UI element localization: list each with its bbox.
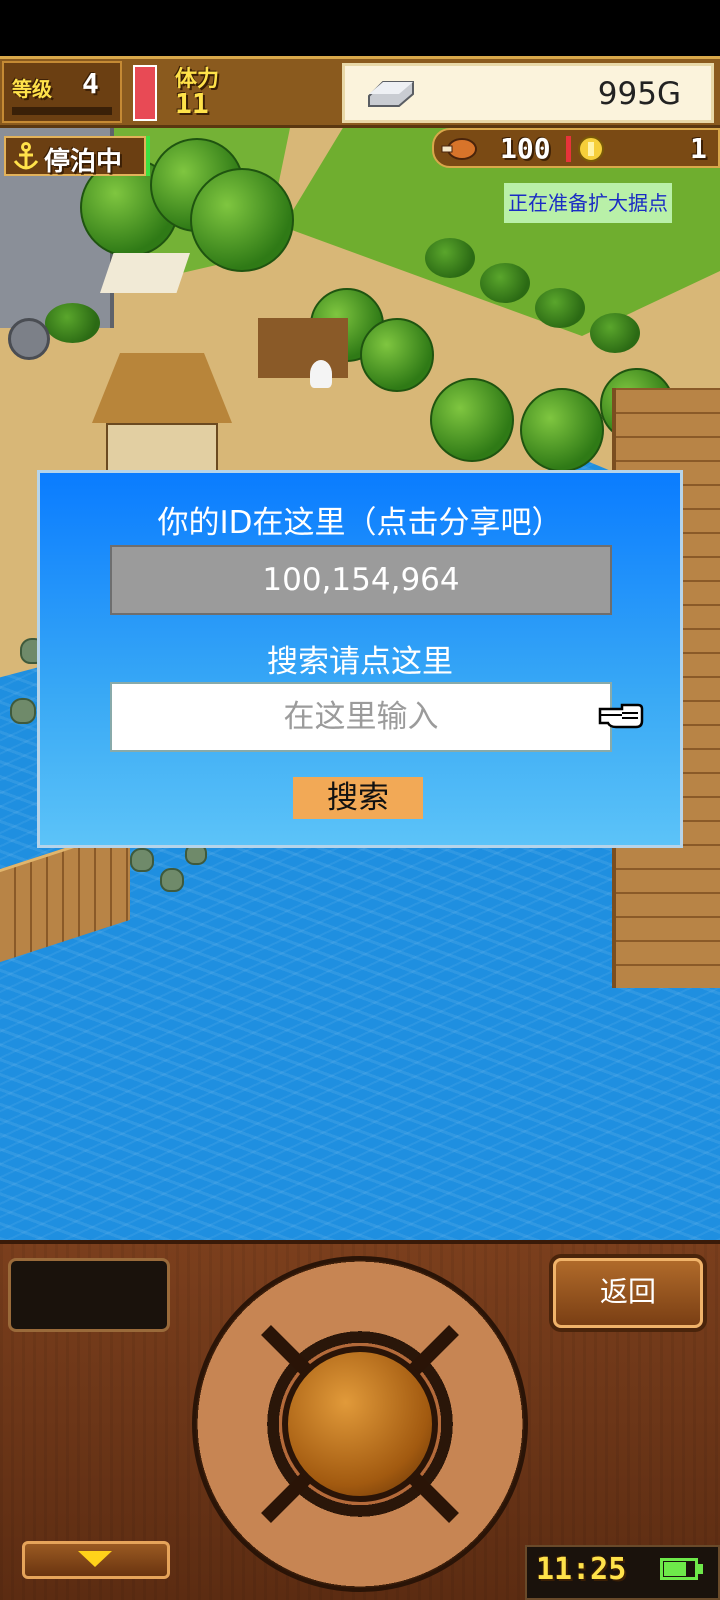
coin-value: 1 xyxy=(690,132,707,165)
down-arrow-icon xyxy=(78,1551,112,1567)
player-id-button[interactable]: 100,154,964 xyxy=(110,545,612,615)
battery-level xyxy=(664,1562,686,1576)
stamina-gauge xyxy=(133,65,157,121)
crop-bush xyxy=(425,238,475,278)
meat-icon xyxy=(441,138,477,160)
fruit-tree xyxy=(430,378,514,462)
rock xyxy=(10,698,36,724)
stamina-value: 11 xyxy=(175,87,209,120)
rock xyxy=(160,868,184,892)
silver-ingot-icon xyxy=(368,81,414,107)
docked-indicator: 停泊中 xyxy=(4,136,146,177)
fruit-tree xyxy=(360,318,434,392)
level-panel: 等级 4 xyxy=(2,61,122,123)
rock xyxy=(130,848,154,872)
fruit-tree xyxy=(520,388,604,472)
dialog-title: 你的ID在这里（点击分享吧） xyxy=(157,505,563,541)
mini-display xyxy=(8,1258,170,1332)
pointing-hand-icon xyxy=(598,703,644,729)
top-hud: 等级 4 体力 11 995G xyxy=(0,56,720,128)
market-stall xyxy=(258,318,348,378)
market-awning xyxy=(100,253,190,293)
back-button[interactable]: 返回 xyxy=(553,1258,703,1328)
friend-id-dialog: 你的ID在这里（点击分享吧） 100,154,964 搜索请点这里 在这里输入 … xyxy=(37,470,683,848)
search-button[interactable]: 搜索 xyxy=(293,777,423,819)
search-label: 搜索请点这里 xyxy=(267,644,453,680)
coin-icon xyxy=(578,136,604,162)
docked-label: 停泊中 xyxy=(44,147,123,177)
exp-bar xyxy=(12,107,112,115)
crop-bush xyxy=(590,313,640,353)
docked-marker xyxy=(146,136,150,176)
shopkeeper xyxy=(310,360,332,388)
bush xyxy=(45,303,100,343)
tree xyxy=(190,168,294,272)
device-status-bar xyxy=(0,0,720,56)
clock: 11:25 xyxy=(536,1552,627,1587)
center-action-button[interactable] xyxy=(282,1346,438,1502)
resource-bar: 100 1 xyxy=(432,128,720,168)
anchor-icon xyxy=(13,142,39,170)
well xyxy=(8,318,50,360)
crop-bush xyxy=(535,288,585,328)
crop-bush xyxy=(480,263,530,303)
gold-amount: 995G xyxy=(597,76,681,112)
house-roof xyxy=(92,353,232,423)
level-value: 4 xyxy=(82,67,99,100)
gold-panel: 995G xyxy=(342,63,714,123)
search-id-input[interactable]: 在这里输入 xyxy=(110,682,612,752)
house xyxy=(92,353,232,473)
expand-status-label[interactable]: 正在准备扩大据点 xyxy=(504,183,672,223)
food-gauge xyxy=(566,136,571,162)
house-body xyxy=(106,423,218,473)
food-value: 100 xyxy=(500,132,551,165)
level-label: 等级 xyxy=(12,77,52,101)
battery-terminal xyxy=(698,1564,703,1574)
